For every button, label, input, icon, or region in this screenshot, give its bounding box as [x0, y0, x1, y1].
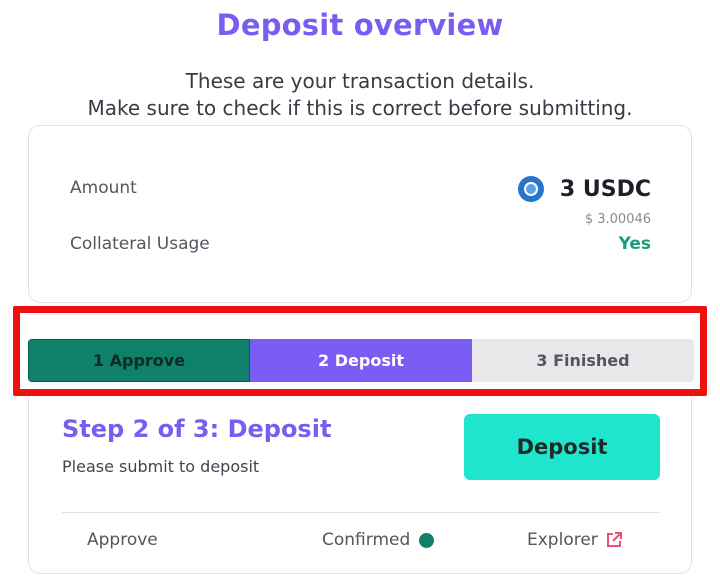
deposit-button[interactable]: Deposit — [464, 414, 660, 480]
divider — [62, 512, 660, 513]
current-step-description: Please submit to deposit — [62, 457, 260, 476]
collateral-usage-label: Collateral Usage — [70, 234, 210, 254]
status-dot-icon — [419, 532, 435, 548]
amount-usd-value: $ 3.00046 — [584, 212, 651, 227]
amount-label: Amount — [70, 178, 137, 198]
page-subtitle: These are your transaction details. Make… — [0, 68, 720, 122]
explorer-link[interactable]: Explorer — [527, 530, 623, 550]
details-card: Amount 3 USDC $ 3.00046 Collateral Usage… — [28, 125, 692, 303]
status-confirmed: Confirmed — [322, 530, 435, 550]
current-step-title: Step 2 of 3: Deposit — [62, 415, 332, 443]
collateral-usage-value: Yes — [618, 234, 651, 254]
amount-value: 3 USDC — [559, 176, 651, 202]
usdc-icon — [517, 176, 544, 202]
external-link-icon — [606, 532, 622, 547]
status-action-label: Approve — [87, 530, 158, 550]
status-confirmed-label: Confirmed — [322, 530, 411, 550]
subtitle-line-2: Make sure to check if this is correct be… — [87, 96, 633, 120]
amount-display: 3 USDC — [517, 176, 651, 202]
highlight-box — [13, 306, 707, 396]
explorer-link-label: Explorer — [527, 530, 598, 550]
page-title: Deposit overview — [216, 8, 504, 42]
subtitle-line-1: These are your transaction details. — [185, 69, 535, 93]
